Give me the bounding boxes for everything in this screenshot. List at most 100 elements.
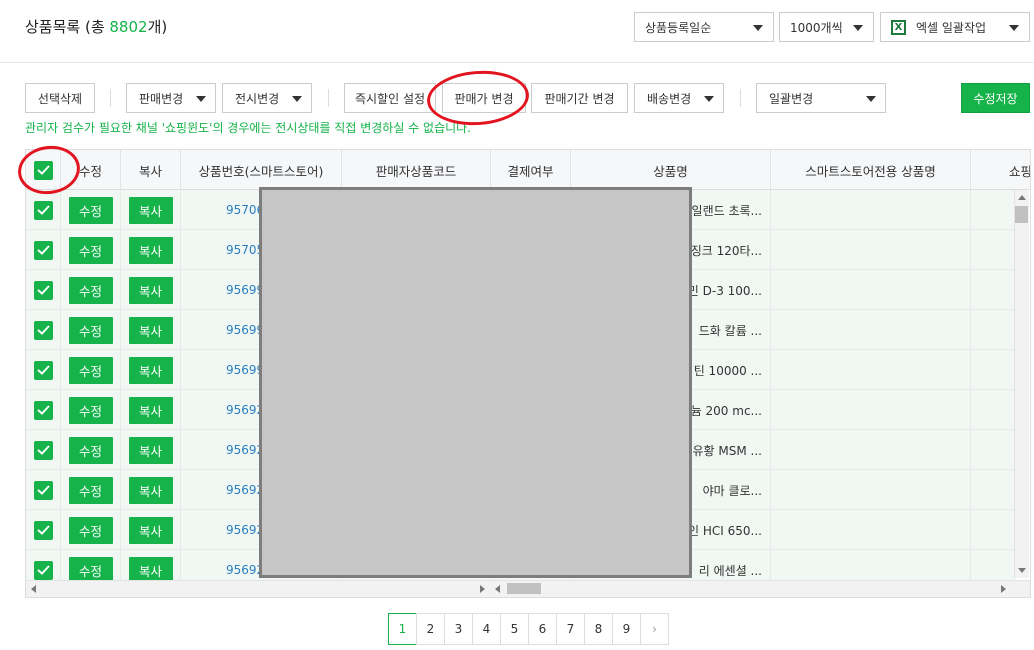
row-checkbox[interactable]	[33, 520, 53, 540]
row-edit-button[interactable]: 수정	[68, 356, 113, 384]
sale-period-change-button[interactable]: 판매기간 변경	[531, 83, 628, 113]
excel-bulk-select[interactable]: X 엑셀 일괄작업	[880, 12, 1030, 42]
vertical-scrollbar[interactable]	[1014, 190, 1029, 578]
store-name-cell	[771, 510, 971, 550]
edit-cell: 수정	[61, 230, 121, 270]
scroll-right-icon[interactable]	[1001, 585, 1006, 593]
row-edit-button[interactable]: 수정	[68, 476, 113, 504]
scroll-left-icon[interactable]	[31, 585, 36, 593]
column-header-product-name[interactable]: 상품명	[571, 150, 771, 190]
horizontal-scroll-thumb[interactable]	[507, 583, 541, 594]
sale-change-dropdown[interactable]: 판매변경	[126, 83, 216, 113]
row-checkbox[interactable]	[33, 240, 53, 260]
title-suffix: 개)	[147, 18, 168, 36]
row-edit-button[interactable]: 수정	[68, 276, 113, 304]
column-header-payment[interactable]: 결제여부	[491, 150, 571, 190]
page-size-select[interactable]: 1000개씩	[779, 12, 874, 42]
delete-selected-button[interactable]: 선택삭제	[25, 83, 95, 113]
row-copy-button[interactable]: 복사	[128, 476, 173, 504]
copy-cell: 복사	[121, 230, 181, 270]
display-change-dropdown[interactable]: 전시변경	[222, 83, 312, 113]
row-copy-button[interactable]: 복사	[128, 316, 173, 344]
page-button[interactable]: 3	[444, 613, 473, 645]
store-name-cell	[771, 270, 971, 310]
sort-select[interactable]: 상품등록일순	[634, 12, 774, 42]
page-button[interactable]: 1	[388, 613, 417, 645]
scroll-down-icon[interactable]	[1018, 568, 1026, 573]
excel-icon: X	[891, 19, 906, 35]
column-header-store-name[interactable]: 스마트스토어전용 상품명	[771, 150, 971, 190]
row-checkbox[interactable]	[33, 480, 53, 500]
frozen-scroll-right-icon[interactable]	[480, 585, 485, 593]
row-select-cell	[26, 230, 61, 270]
vertical-scroll-thumb[interactable]	[1015, 206, 1028, 223]
edit-cell: 수정	[61, 270, 121, 310]
row-copy-button[interactable]: 복사	[128, 436, 173, 464]
row-copy-button[interactable]: 복사	[128, 196, 173, 224]
save-edits-label: 수정저장	[973, 91, 1018, 106]
row-checkbox[interactable]	[33, 320, 53, 340]
checkmark-icon	[36, 485, 50, 495]
delete-selected-label: 선택삭제	[37, 91, 83, 106]
row-edit-button[interactable]: 수정	[68, 196, 113, 224]
page-button[interactable]: 5	[500, 613, 529, 645]
scroll-left-icon[interactable]	[495, 585, 500, 593]
page-button[interactable]: 9	[612, 613, 641, 645]
store-name-cell	[771, 390, 971, 430]
row-select-cell	[26, 350, 61, 390]
row-select-cell	[26, 390, 61, 430]
sale-period-change-label: 판매기간 변경	[544, 91, 615, 106]
row-copy-button[interactable]: 복사	[128, 396, 173, 424]
scroll-up-icon[interactable]	[1018, 195, 1026, 200]
store-name-cell	[771, 190, 971, 230]
header-divider	[0, 62, 1034, 63]
excel-label: 엑셀 일괄작업	[916, 20, 987, 35]
chevron-down-icon	[866, 96, 876, 102]
display-change-label: 전시변경	[235, 91, 280, 106]
row-checkbox[interactable]	[33, 560, 53, 580]
row-edit-button[interactable]: 수정	[68, 436, 113, 464]
page-button[interactable]: 6	[528, 613, 557, 645]
page-button[interactable]: 2	[416, 613, 445, 645]
next-page-button[interactable]: ›	[640, 613, 669, 645]
shipping-change-dropdown[interactable]: 배송변경	[634, 83, 724, 113]
page-button[interactable]: 7	[556, 613, 585, 645]
row-edit-button[interactable]: 수정	[68, 516, 113, 544]
store-name-cell	[771, 470, 971, 510]
product-name-text: 야마 클로...	[702, 483, 762, 498]
row-checkbox[interactable]	[33, 200, 53, 220]
row-edit-button[interactable]: 수정	[68, 236, 113, 264]
checkmark-icon	[36, 285, 50, 295]
row-copy-button[interactable]: 복사	[128, 516, 173, 544]
row-copy-button[interactable]: 복사	[128, 356, 173, 384]
product-name-text: 틴 10000 ...	[693, 363, 762, 378]
column-header-shopping[interactable]: 쇼핑	[971, 150, 1030, 190]
row-copy-button[interactable]: 복사	[128, 236, 173, 264]
edit-cell: 수정	[61, 310, 121, 350]
sale-change-label: 판매변경	[139, 91, 184, 106]
column-header-seller-code[interactable]: 판매자상품코드	[342, 150, 491, 190]
chevron-down-icon	[753, 25, 763, 31]
row-edit-button[interactable]: 수정	[68, 396, 113, 424]
row-checkbox[interactable]	[33, 440, 53, 460]
instant-discount-button[interactable]: 즉시할인 설정	[344, 83, 436, 113]
row-edit-button[interactable]: 수정	[68, 316, 113, 344]
column-header-product-id[interactable]: 상품번호(스마트스토어)	[181, 150, 342, 190]
chevron-down-icon	[1009, 25, 1019, 31]
checkmark-icon	[36, 205, 50, 215]
row-copy-button[interactable]: 복사	[128, 276, 173, 304]
copy-cell: 복사	[121, 350, 181, 390]
toolbar-divider	[740, 89, 741, 107]
page-button[interactable]: 8	[584, 613, 613, 645]
row-checkbox[interactable]	[33, 400, 53, 420]
row-checkbox[interactable]	[33, 360, 53, 380]
save-edits-button[interactable]: 수정저장	[961, 83, 1030, 113]
chevron-down-icon	[292, 96, 302, 102]
bulk-change-dropdown[interactable]: 일괄변경	[756, 83, 886, 113]
row-checkbox[interactable]	[33, 280, 53, 300]
page-button[interactable]: 4	[472, 613, 501, 645]
product-name-text: 유황 MSM ...	[692, 443, 762, 458]
column-header-copy: 복사	[121, 150, 181, 190]
edit-cell: 수정	[61, 510, 121, 550]
shipping-change-label: 배송변경	[647, 91, 692, 106]
